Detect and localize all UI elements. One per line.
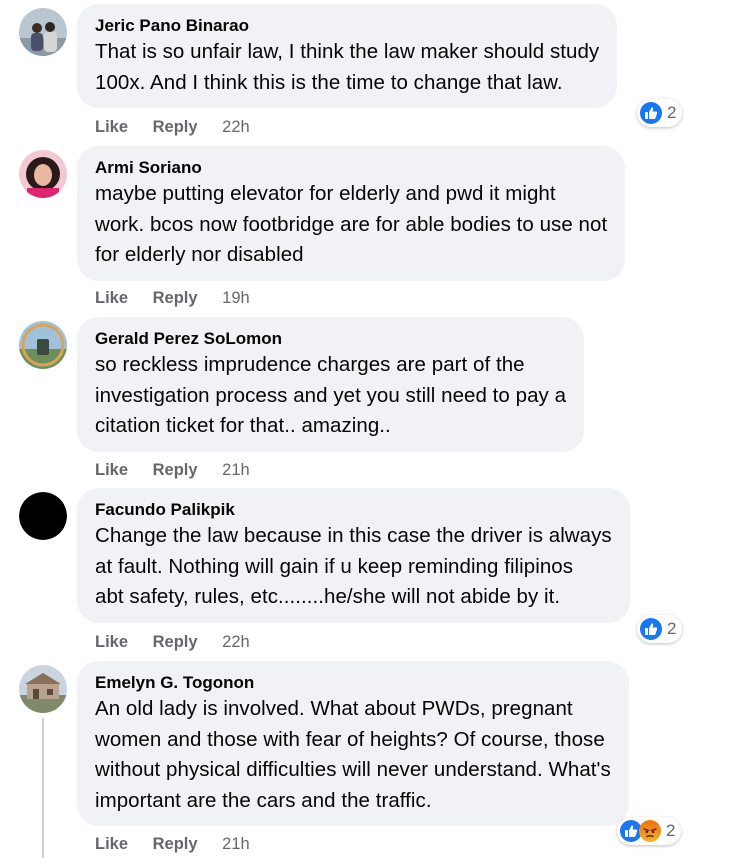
avatar-image bbox=[19, 8, 67, 56]
comment-bubble: Jeric Pano Binarao That is so unfair law… bbox=[77, 4, 618, 108]
comment-text-line: citation ticket for that.. amazing.. bbox=[95, 414, 391, 437]
comment-text-line: 100x. And I think this is the time to ch… bbox=[95, 70, 563, 94]
comment-timestamp[interactable]: 22h bbox=[222, 633, 250, 651]
avatar-image bbox=[19, 150, 67, 198]
like-button[interactable]: Like bbox=[95, 118, 128, 136]
comment-bubble: Facundo Palikpik Change the law because … bbox=[77, 488, 630, 623]
avatar[interactable] bbox=[19, 150, 67, 198]
reaction-count: 2 bbox=[667, 103, 677, 122]
like-button[interactable]: Like bbox=[95, 633, 128, 651]
comment-actions: Like Reply 22h bbox=[95, 116, 270, 138]
avatar[interactable] bbox=[19, 321, 67, 369]
comment-timestamp[interactable]: 19h bbox=[222, 289, 250, 307]
comment-text-line: so reckless imprudence charges are part … bbox=[95, 353, 525, 376]
reaction-summary[interactable]: 2 bbox=[637, 99, 683, 127]
avatar[interactable] bbox=[19, 8, 67, 56]
comment-timestamp[interactable]: 21h bbox=[222, 461, 250, 479]
comment-text-line: without physical difficulties will never… bbox=[95, 758, 611, 781]
like-button[interactable]: Like bbox=[95, 835, 128, 853]
comment-bubble: Gerald Perez SoLomon so reckless imprude… bbox=[77, 317, 585, 452]
comment-text-line: An old lady is involved. What about PWDs… bbox=[95, 697, 573, 720]
comment-text-line: work. bcos now footbridge are for able b… bbox=[95, 212, 608, 236]
reaction-summary[interactable]: 2 bbox=[637, 615, 683, 643]
comment-timestamp[interactable]: 22h bbox=[222, 118, 250, 136]
comment-author[interactable]: Emelyn G. Togonon bbox=[95, 672, 611, 694]
comment-author[interactable]: Gerald Perez SoLomon bbox=[95, 328, 566, 350]
reply-button[interactable]: Reply bbox=[153, 835, 198, 853]
like-button[interactable]: Like bbox=[95, 461, 128, 479]
angry-reaction-icon bbox=[639, 820, 661, 842]
comment-text-line: That is so unfair law, I think the law m… bbox=[95, 40, 600, 63]
comment-author[interactable]: Jeric Pano Binarao bbox=[95, 15, 599, 37]
comment-text-line: abt safety, rules, etc........he/she wil… bbox=[95, 585, 561, 608]
comment-text-line: at fault. Nothing will gain if u keep re… bbox=[95, 554, 574, 578]
comment-actions: Like Reply 19h bbox=[95, 287, 270, 309]
reply-button[interactable]: Reply bbox=[153, 461, 198, 479]
comment-text-line: Change the law because in this case the … bbox=[95, 524, 612, 547]
comment-text-line: investigation process and yet you still … bbox=[95, 383, 567, 407]
like-reaction-icon bbox=[640, 618, 662, 640]
comment-author[interactable]: Facundo Palikpik bbox=[95, 499, 612, 521]
comment-actions: Like Reply 21h bbox=[95, 833, 270, 855]
comment-bubble: Emelyn G. Togonon An old lady is involve… bbox=[77, 661, 629, 826]
comment-actions: Like Reply 22h bbox=[95, 631, 270, 653]
avatar-image bbox=[19, 665, 67, 713]
comment-text-line: maybe putting elevator for elderly and p… bbox=[95, 182, 556, 205]
reaction-count: 2 bbox=[667, 619, 677, 638]
comment-timestamp[interactable]: 21h bbox=[222, 835, 250, 853]
avatar-image bbox=[19, 492, 67, 540]
like-reaction-icon bbox=[640, 102, 662, 124]
comment-text-line: for elderly nor disabled bbox=[95, 243, 304, 266]
reply-thread-line bbox=[42, 718, 44, 858]
reply-button[interactable]: Reply bbox=[153, 289, 198, 307]
avatar-image bbox=[19, 321, 67, 369]
like-button[interactable]: Like bbox=[95, 289, 128, 307]
comment-text-line: women and those with fear of heights? Of… bbox=[95, 727, 605, 751]
reaction-count: 2 bbox=[666, 821, 676, 840]
avatar[interactable] bbox=[19, 665, 67, 713]
comment-bubble: Armi Soriano maybe putting elevator for … bbox=[77, 146, 626, 281]
reaction-summary[interactable]: 2 bbox=[617, 817, 682, 845]
avatar[interactable] bbox=[19, 492, 67, 540]
comment-text-line: important are the cars and the traffic. bbox=[95, 788, 432, 812]
reply-button[interactable]: Reply bbox=[153, 118, 198, 136]
comment-actions: Like Reply 21h bbox=[95, 459, 270, 481]
comment-author[interactable]: Armi Soriano bbox=[95, 157, 607, 179]
reply-button[interactable]: Reply bbox=[153, 633, 198, 651]
